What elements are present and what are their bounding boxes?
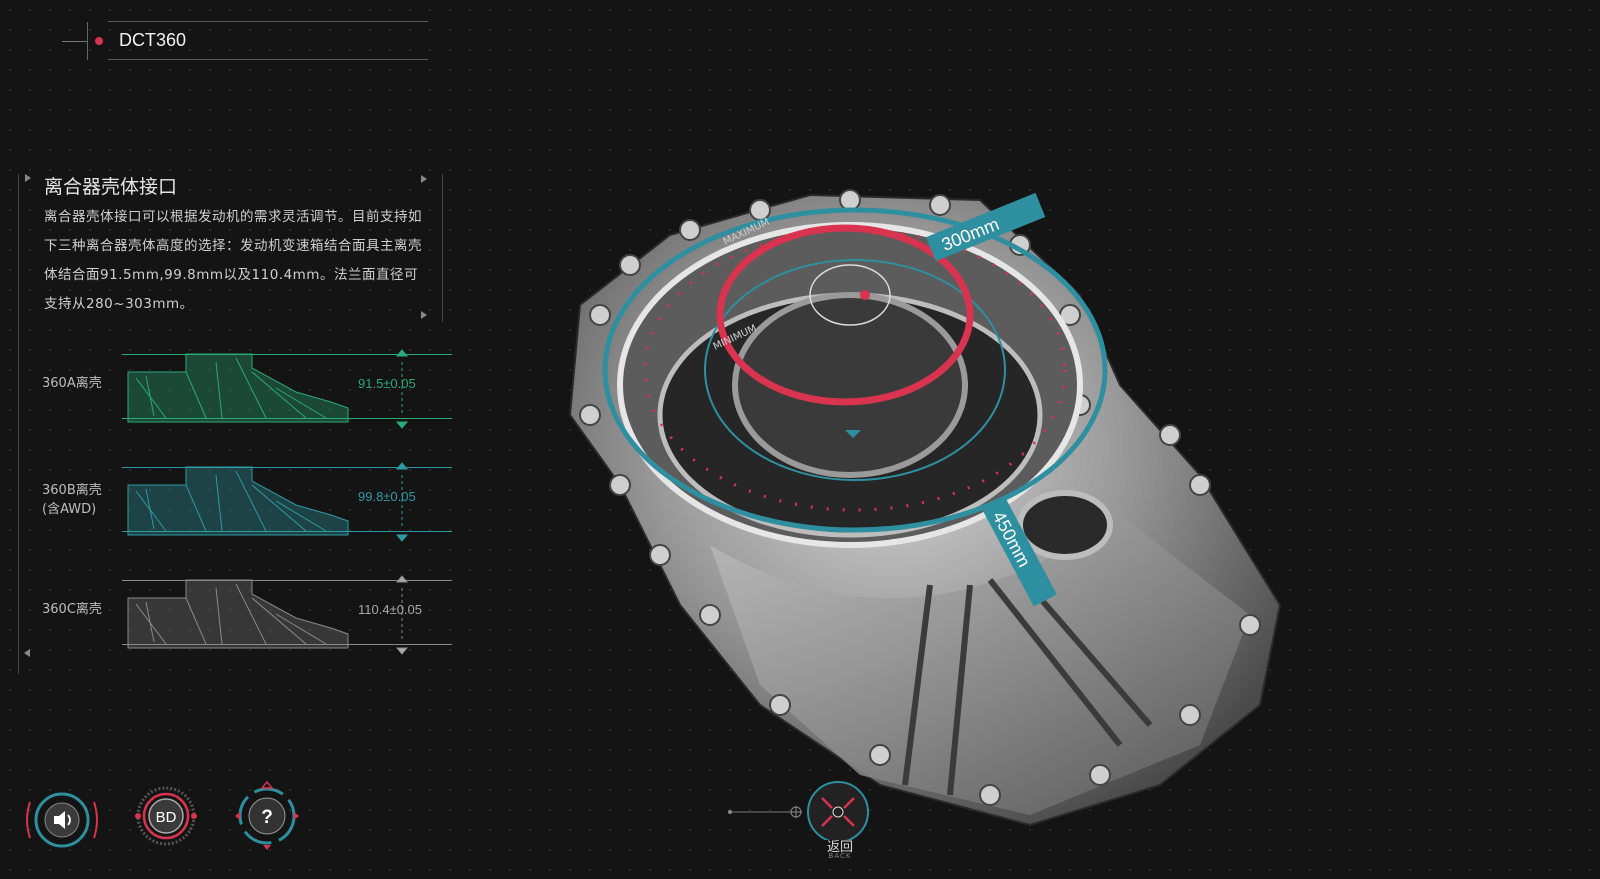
panel-title: 离合器壳体接口 [44, 176, 178, 198]
crosshair-icon [790, 806, 802, 818]
sound-button[interactable] [22, 780, 102, 860]
panel-frame-right [442, 174, 443, 322]
variant-label: 360C离壳 [42, 602, 102, 617]
back-control[interactable] [720, 780, 900, 840]
variant-label: 360B离壳 (含AWD) [42, 483, 102, 517]
app-title: DCT360 [119, 30, 187, 50]
header-divider [87, 22, 88, 60]
clutch-housing-model[interactable]: MAXIMUM MINIMUM 300mm 450mm [560, 185, 1310, 845]
panel-corner-arrow-icon [421, 175, 427, 183]
variant-row-a[interactable]: 360A离壳 91.5±0.05 [18, 346, 452, 429]
center-marker [860, 290, 870, 300]
variant-value: 110.4±0.05 [358, 602, 423, 617]
bd-label: BD [156, 809, 177, 826]
bd-button[interactable]: BD [126, 776, 206, 856]
help-button[interactable]: ? [227, 776, 307, 856]
panel-corner-arrow-icon [25, 174, 31, 182]
help-label: ? [261, 807, 273, 828]
header-bottom-rule [108, 59, 428, 60]
back-sublabel: BACK [828, 852, 852, 860]
panel-description: 离合器壳体接口可以根据发动机的需求灵活调节。目前支持如下三种离合器壳体高度的选择… [44, 209, 422, 312]
variant-label: 360A离壳 [42, 376, 102, 391]
variant-row-b[interactable]: 360B离壳 (含AWD) 99.8±0.05 [18, 459, 452, 542]
info-panel: 离合器壳体接口 离合器壳体接口可以根据发动机的需求灵活调节。目前支持如下三种离合… [18, 172, 452, 677]
side-port [1017, 490, 1113, 560]
variant-value: 91.5±0.05 [358, 376, 416, 391]
header-indicator-dot [95, 37, 103, 45]
app-header: DCT360 [62, 20, 428, 62]
header-top-rule [108, 21, 428, 22]
variant-row-c[interactable]: 360C离壳 110.4±0.05 [18, 572, 452, 655]
header-tick [62, 41, 88, 42]
variant-value: 99.8±0.05 [358, 489, 416, 504]
